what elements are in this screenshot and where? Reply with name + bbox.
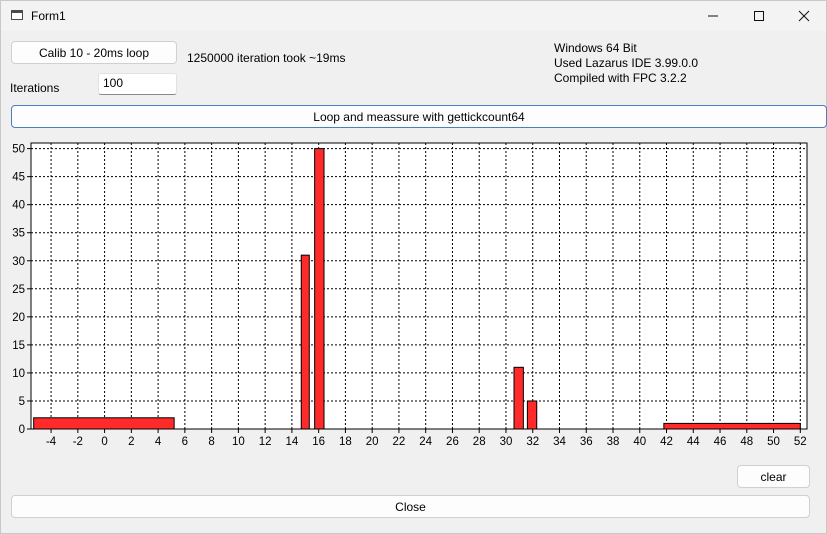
x-tick-label: 22: [393, 436, 406, 448]
x-tick-label: 40: [633, 436, 646, 448]
y-tick-label: 0: [19, 424, 25, 436]
app-window-icon: [11, 10, 23, 20]
y-tick-label: 35: [12, 228, 25, 240]
histogram-bar: [513, 366, 524, 430]
histogram-bar: [526, 400, 538, 430]
x-tick-label: 30: [500, 436, 513, 448]
close-icon: [798, 10, 810, 22]
iterations-label: Iterations: [10, 81, 60, 95]
y-tick-label: 45: [12, 172, 25, 184]
minimize-icon: [708, 15, 718, 17]
info-ide: Used Lazarus IDE 3.99.0.0: [554, 56, 699, 70]
calib-button[interactable]: Calib 10 - 20ms loop: [11, 41, 177, 64]
maximize-button[interactable]: [736, 1, 782, 31]
y-tick-label: 5: [19, 396, 25, 408]
x-tick-label: 2: [128, 436, 134, 448]
histogram-bar: [663, 422, 801, 430]
histogram-bar: [314, 148, 325, 430]
x-tick-label: 52: [794, 436, 807, 448]
x-tick-label: 4: [155, 436, 162, 448]
title-bar[interactable]: Form1: [1, 1, 826, 31]
y-tick-label: 50: [12, 144, 25, 156]
clear-button[interactable]: clear: [737, 465, 810, 488]
minimize-button[interactable]: [690, 1, 736, 31]
chart-svg: -4 -2 0 2 4 6 8 10 12 14 16 18 20 22 24 26 28 30 32 34 36 38 4…: [12, 142, 808, 448]
y-tick-label: 25: [12, 284, 25, 296]
window-title: Form1: [31, 9, 66, 23]
info-os: Windows 64 Bit: [554, 41, 637, 55]
x-tick-label: 8: [208, 436, 214, 448]
x-tick-label: 18: [339, 436, 352, 448]
close-button[interactable]: Close: [11, 495, 810, 518]
x-tick-label: 46: [714, 436, 727, 448]
x-tick-label: 16: [312, 436, 325, 448]
calib-result-text: 1250000 iteration took ~19ms: [187, 51, 346, 65]
iterations-input[interactable]: 100: [98, 73, 177, 95]
x-tick-label: 38: [607, 436, 620, 448]
x-tick-label: 34: [553, 436, 566, 448]
x-tick-label: 44: [687, 436, 700, 448]
x-tick-label: 20: [366, 436, 379, 448]
y-tick-label: 15: [12, 340, 25, 352]
x-tick-label: -4: [46, 436, 57, 448]
x-tick-label: 24: [419, 436, 432, 448]
x-tick-label: 12: [259, 436, 272, 448]
main-window: Form1 Calib 10 - 20ms loop 1250000 itera…: [0, 0, 827, 534]
x-tick-label: 36: [580, 436, 593, 448]
y-tick-label: 10: [12, 368, 25, 380]
x-tick-label: 28: [473, 436, 486, 448]
histogram-chart: -4 -2 0 2 4 6 8 10 12 14 16 18 20 22 24 26 28 30 32 34 36 38 4…: [1, 137, 827, 457]
y-tick-label: 30: [12, 256, 25, 268]
x-tick-label: 42: [660, 436, 673, 448]
x-tick-label: -2: [73, 436, 83, 448]
x-tick-label: 14: [285, 436, 298, 448]
x-tick-label: 50: [767, 436, 780, 448]
info-compiler: Compiled with FPC 3.2.2: [554, 71, 687, 85]
x-tick-label: 32: [526, 436, 539, 448]
plot-area: [31, 143, 807, 429]
x-tick-label: 6: [182, 436, 188, 448]
x-tick-label: 0: [101, 436, 107, 448]
x-tick-label: 10: [232, 436, 245, 448]
x-tick-label: 26: [446, 436, 459, 448]
maximize-icon: [754, 11, 764, 21]
histogram-bar: [33, 417, 175, 430]
histogram-bar: [300, 254, 310, 430]
loop-measure-button[interactable]: Loop and meassure with gettickcount64: [11, 105, 827, 128]
x-tick-label: 48: [740, 436, 753, 448]
y-tick-label: 40: [12, 200, 25, 212]
close-window-button[interactable]: [781, 1, 827, 31]
y-tick-label: 20: [12, 312, 25, 324]
